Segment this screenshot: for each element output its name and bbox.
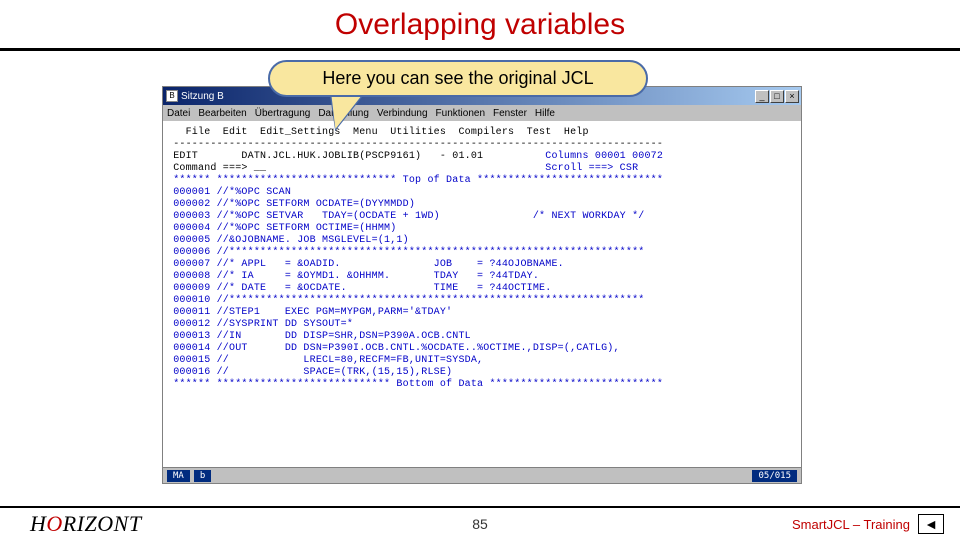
editor-line: 000005 //&OJOBNAME. JOB MSGLEVEL=(1,1) [167, 235, 409, 246]
editor-line: 000002 //*%OPC SETFORM OCDATE=(DYYMMDD) [167, 199, 415, 210]
menu-item[interactable]: Verbindung [377, 108, 428, 119]
page-number: 85 [472, 516, 488, 532]
minimize-button[interactable]: _ [755, 90, 769, 103]
window-icon: B [166, 90, 178, 102]
callout-bubble: Here you can see the original JCL [268, 60, 648, 97]
course-name: SmartJCL – Training [792, 517, 910, 532]
editor-line: ****** ***************************** Top… [167, 175, 663, 186]
scroll-indicator: Scroll ===> CSR [545, 163, 638, 174]
editor-line: 000012 //SYSPRINT DD SYSOUT=* [167, 319, 353, 330]
editor-line: 000007 //* APPL = &OADID. JOB = ?44OJOBN… [167, 259, 564, 270]
editor-line: 000001 //*%OPC SCAN [167, 187, 291, 198]
command-prompt[interactable]: Command ===> __ [167, 163, 266, 174]
editor-line: 000010 //*******************************… [167, 295, 644, 306]
editor-separator: ----------------------------------------… [167, 139, 663, 150]
back-icon[interactable]: ◄ [918, 514, 944, 534]
editor-info-right: Columns 00001 00072 [545, 151, 663, 162]
editor-body[interactable]: File Edit Edit_Settings Menu Utilities C… [163, 121, 801, 467]
menu-item[interactable]: Fenster [493, 108, 527, 119]
close-button[interactable]: × [785, 90, 799, 103]
menu-item[interactable]: Datei [167, 108, 190, 119]
editor-line: 000003 //*%OPC SETVAR TDAY=(OCDATE + 1WD… [167, 211, 644, 222]
editor-info-left: EDIT DATN.JCL.HUK.JOBLIB(PSCP9161) - 01.… [167, 151, 483, 162]
menu-item[interactable]: Bearbeiten [198, 108, 246, 119]
status-ma: MA [167, 470, 190, 482]
editor-line: 000011 //STEP1 EXEC PGM=MYPGM,PARM='&TDA… [167, 307, 452, 318]
editor-line: ****** **************************** Bott… [167, 379, 663, 390]
status-session: b [194, 470, 211, 482]
brand-logo: HORIZONT [30, 511, 142, 537]
editor-line: 000014 //OUT DD DSN=P390I.OCB.CNTL.%OCDA… [167, 343, 620, 354]
editor-line: 000015 // LRECL=80,RECFM=FB,UNIT=SYSDA, [167, 355, 483, 366]
window-menubar: Datei Bearbeiten Übertragung Darstellung… [163, 105, 801, 121]
editor-line: 000013 //IN DD DISP=SHR,DSN=P390A.OCB.CN… [167, 331, 471, 342]
editor-line: 000009 //* DATE = &OCDATE. TIME = ?44OCT… [167, 283, 551, 294]
menu-item[interactable]: Hilfe [535, 108, 555, 119]
status-position: 05/015 [752, 470, 797, 482]
menu-item[interactable]: Funktionen [436, 108, 485, 119]
editor-line: 000004 //*%OPC SETFORM OCTIME=(HHMM) [167, 223, 396, 234]
editor-line: 000008 //* IA = &OYMD1. &OHHMM. TDAY = ?… [167, 271, 539, 282]
editor-line: 000016 // SPACE=(TRK,(15,15),RLSE) [167, 367, 452, 378]
maximize-button[interactable]: □ [770, 90, 784, 103]
menu-item[interactable]: Übertragung [255, 108, 311, 119]
terminal-window: B Sitzung B _ □ × Datei Bearbeiten Übert… [162, 86, 802, 484]
window-statusbar: MA b 05/015 [163, 467, 801, 483]
window-title: Sitzung B [181, 91, 224, 102]
editor-menu-row: File Edit Edit_Settings Menu Utilities C… [167, 127, 589, 138]
slide-footer: HORIZONT 85 SmartJCL – Training ◄ [0, 508, 960, 540]
title-underline [0, 48, 960, 51]
slide-title: Overlapping variables [0, 0, 960, 48]
editor-line: 000006 //*******************************… [167, 247, 644, 258]
